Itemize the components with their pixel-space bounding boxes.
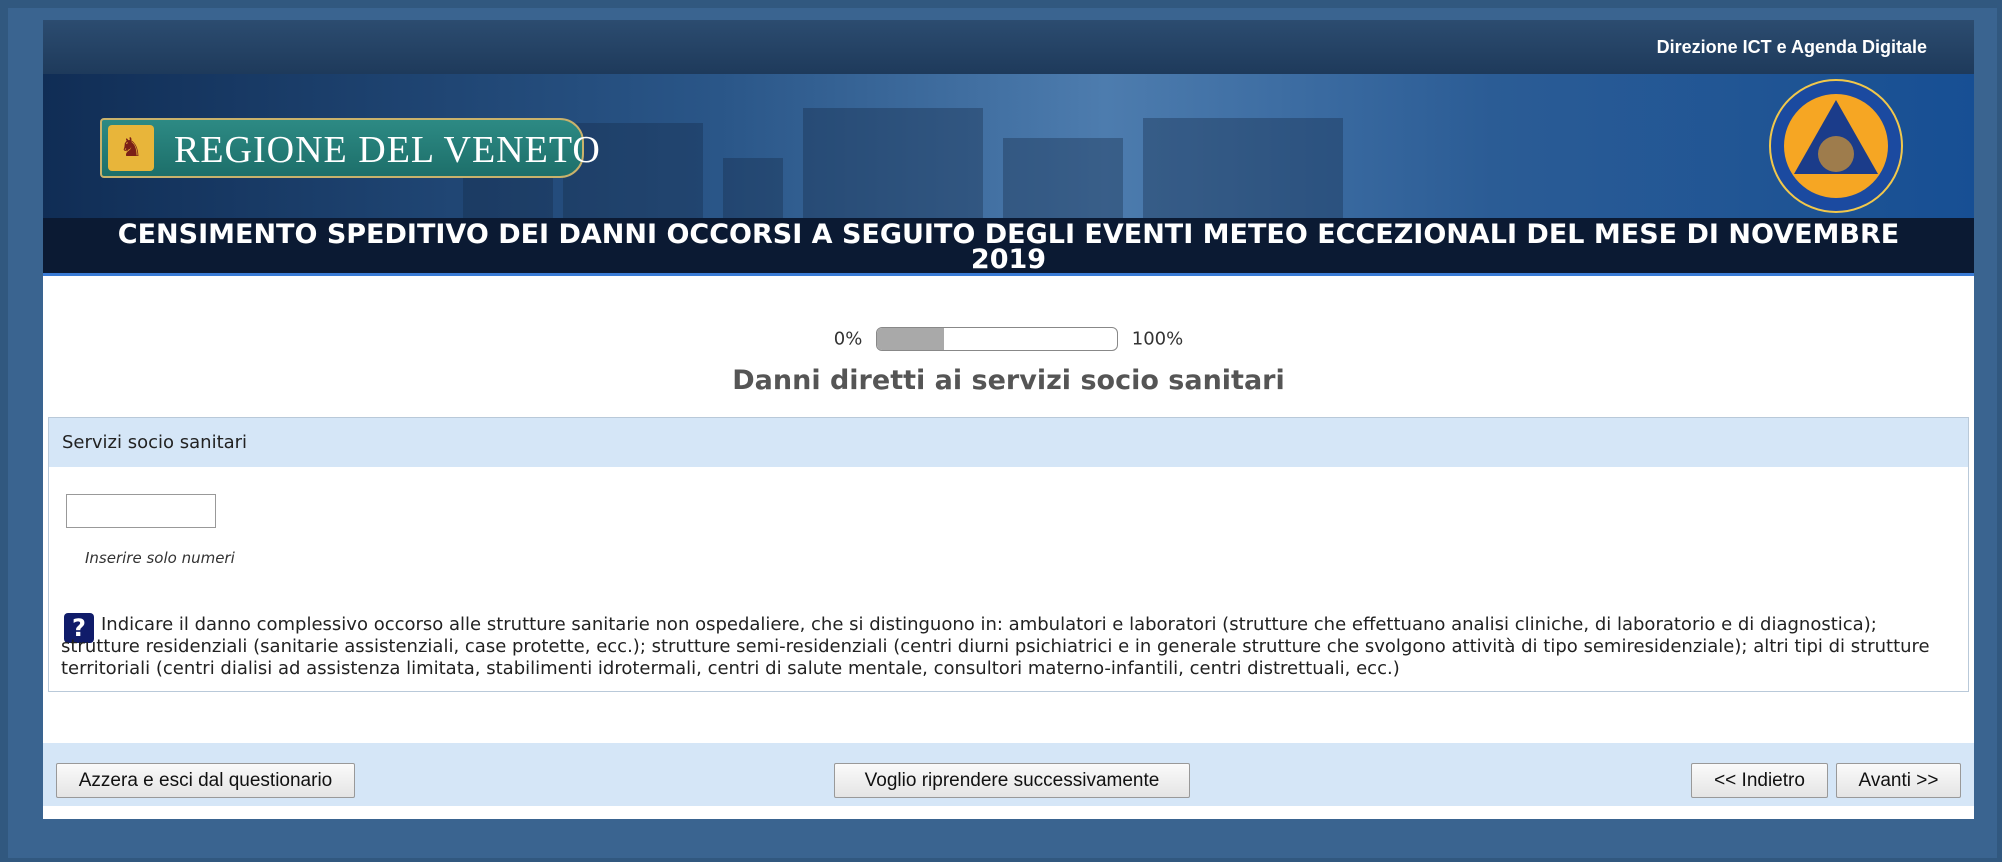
question-label: Servizi socio sanitari	[49, 418, 1968, 467]
survey-title: CENSIMENTO SPEDITIVO DEI DANNI OCCORSI A…	[117, 219, 1900, 275]
survey-container: Direzione ICT e Agenda Digitale ♞ REGION…	[43, 20, 1974, 819]
banner-building	[1003, 138, 1123, 218]
page-heading: Danni diretti ai servizi socio sanitari	[732, 365, 1285, 396]
resume-later-button[interactable]: Voglio riprendere successivamente	[834, 763, 1190, 798]
banner-building	[723, 158, 783, 218]
progress-end-label: 100%	[1131, 328, 1184, 350]
protezione-civile-logo-icon	[1769, 79, 1903, 213]
title-bar: CENSIMENTO SPEDITIVO DEI DANNI OCCORSI A…	[43, 218, 1974, 276]
progress-indicator: 0% 100%	[43, 327, 1974, 351]
question-panel: Servizi socio sanitari Inserire solo num…	[48, 417, 1969, 692]
header-banner: ♞ REGIONE DEL VENETO	[43, 74, 1974, 218]
lion-emblem-icon: ♞	[108, 125, 154, 171]
input-hint: Inserire solo numeri	[85, 549, 235, 567]
logo-text: REGIONE DEL VENETO	[174, 128, 601, 172]
regione-veneto-logo: ♞ REGIONE DEL VENETO	[100, 118, 600, 178]
help-text: Indicare il danno complessivo occorso al…	[61, 614, 1930, 679]
navigation-bar: Azzera e esci dal questionario Voglio ri…	[43, 743, 1974, 806]
agency-name: Direzione ICT e Agenda Digitale	[1656, 37, 1927, 57]
progress-bar	[876, 327, 1119, 351]
next-button[interactable]: Avanti >>	[1836, 763, 1961, 798]
progress-start-label: 0%	[833, 328, 863, 350]
damage-amount-input[interactable]	[66, 494, 216, 528]
logo-text-value: REGIONE DEL VENETO	[174, 129, 601, 171]
top-bar: Direzione ICT e Agenda Digitale	[43, 20, 1974, 74]
reset-exit-button[interactable]: Azzera e esci dal questionario	[56, 763, 355, 798]
back-button[interactable]: << Indietro	[1691, 763, 1828, 798]
banner-building	[803, 108, 983, 218]
progress-fill	[877, 328, 945, 350]
banner-building	[1143, 118, 1343, 218]
